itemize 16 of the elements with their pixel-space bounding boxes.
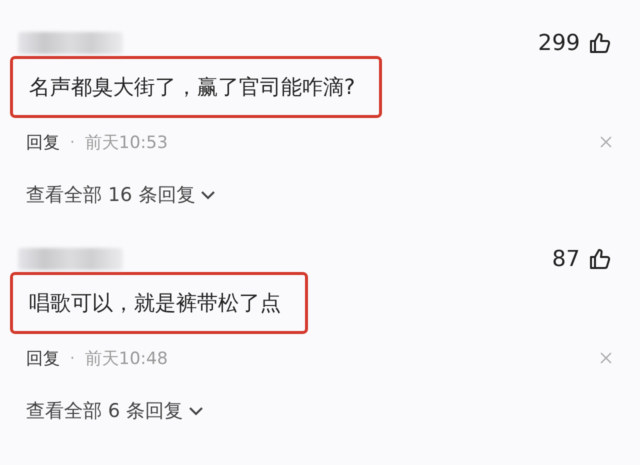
thumbs-up-icon[interactable] xyxy=(588,31,612,55)
chevron-down-icon xyxy=(201,190,216,200)
comment-text: 唱歌可以，就是裤带松了点 xyxy=(29,291,281,315)
separator-dot: · xyxy=(70,133,75,151)
reply-link[interactable]: 回复 xyxy=(26,130,60,154)
chevron-down-icon xyxy=(189,406,204,416)
like-count: 87 xyxy=(552,246,580,272)
comment-time: 前天10:53 xyxy=(84,132,169,154)
comment-text: 名声都臭大街了，赢了官司能咋滴? xyxy=(29,75,356,99)
view-replies-link[interactable]: 查看全部 6 条回复 xyxy=(26,398,204,424)
comment-time: 前天10:48 xyxy=(84,348,169,370)
reply-link[interactable]: 回复 xyxy=(26,346,60,370)
separator-dot: · xyxy=(70,349,75,367)
like-count: 299 xyxy=(538,30,580,56)
thumbs-up-icon[interactable] xyxy=(588,247,612,271)
view-replies-link[interactable]: 查看全部 16 条回复 xyxy=(26,182,216,208)
